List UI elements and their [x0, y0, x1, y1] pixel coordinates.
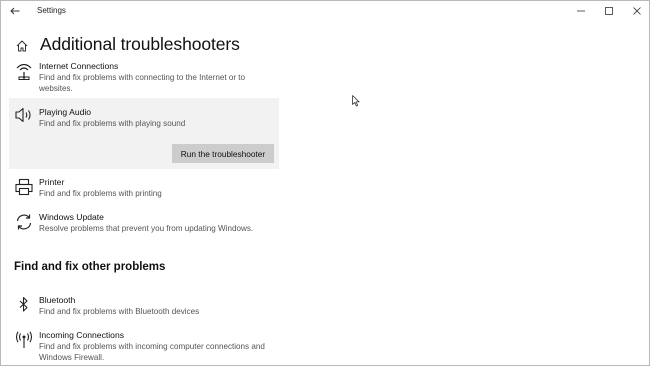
troubleshooter-description: Find and fix problems with Bluetooth dev… [39, 307, 200, 316]
troubleshooter-bluetooth[interactable]: Bluetooth Find and fix problems with Blu… [9, 295, 279, 321]
troubleshooter-description: Resolve problems that prevent you from u… [39, 224, 254, 233]
back-arrow-icon [10, 7, 20, 15]
troubleshooter-description: Find and fix problems with incoming comp… [39, 342, 265, 362]
minimize-button[interactable] [571, 3, 591, 19]
sync-icon [16, 214, 32, 230]
troubleshooter-name: Bluetooth [39, 295, 76, 305]
troubleshooter-description: Find and fix problems with playing sound [39, 119, 186, 128]
troubleshooter-name: Incoming Connections [39, 330, 125, 340]
troubleshooter-description: Find and fix problems with connecting to… [39, 73, 246, 93]
troubleshooter-name: Printer [39, 177, 65, 187]
troubleshooter-playing-audio[interactable]: Playing Audio Find and fix problems with… [9, 98, 279, 169]
printer-icon [15, 178, 33, 196]
maximize-icon [605, 7, 613, 15]
settings-window: Settings Additional troubleshooters Inte… [0, 0, 650, 366]
troubleshooter-description: Find and fix problems with printing [39, 189, 162, 198]
page-title: Additional troubleshooters [40, 34, 240, 54]
bluetooth-icon [19, 296, 28, 312]
troubleshooter-name: Playing Audio [39, 107, 92, 117]
window-title: Settings [37, 6, 66, 15]
antenna-icon [15, 331, 33, 348]
close-button[interactable] [627, 3, 647, 19]
troubleshooter-internet-connections[interactable]: Internet Connections Find and fix proble… [9, 61, 279, 95]
home-icon [16, 40, 28, 52]
troubleshooter-windows-update[interactable]: Windows Update Resolve problems that pre… [9, 212, 279, 238]
run-troubleshooter-button[interactable]: Run the troubleshooter [172, 144, 274, 163]
close-icon [633, 7, 641, 15]
section-title: Find and fix other problems [14, 261, 166, 273]
minimize-icon [577, 10, 585, 12]
troubleshooter-name: Internet Connections [39, 61, 119, 71]
troubleshooter-name: Windows Update [39, 212, 104, 222]
troubleshooter-incoming-connections[interactable]: Incoming Connections Find and fix proble… [9, 330, 279, 364]
back-button[interactable] [7, 4, 23, 18]
maximize-button[interactable] [599, 3, 619, 19]
speaker-icon [15, 107, 31, 123]
home-button[interactable] [15, 39, 29, 53]
title-bar: Settings [1, 1, 649, 21]
troubleshooter-printer[interactable]: Printer Find and fix problems with print… [9, 177, 279, 203]
mouse-cursor-icon [352, 95, 360, 107]
wifi-icon [16, 63, 32, 80]
